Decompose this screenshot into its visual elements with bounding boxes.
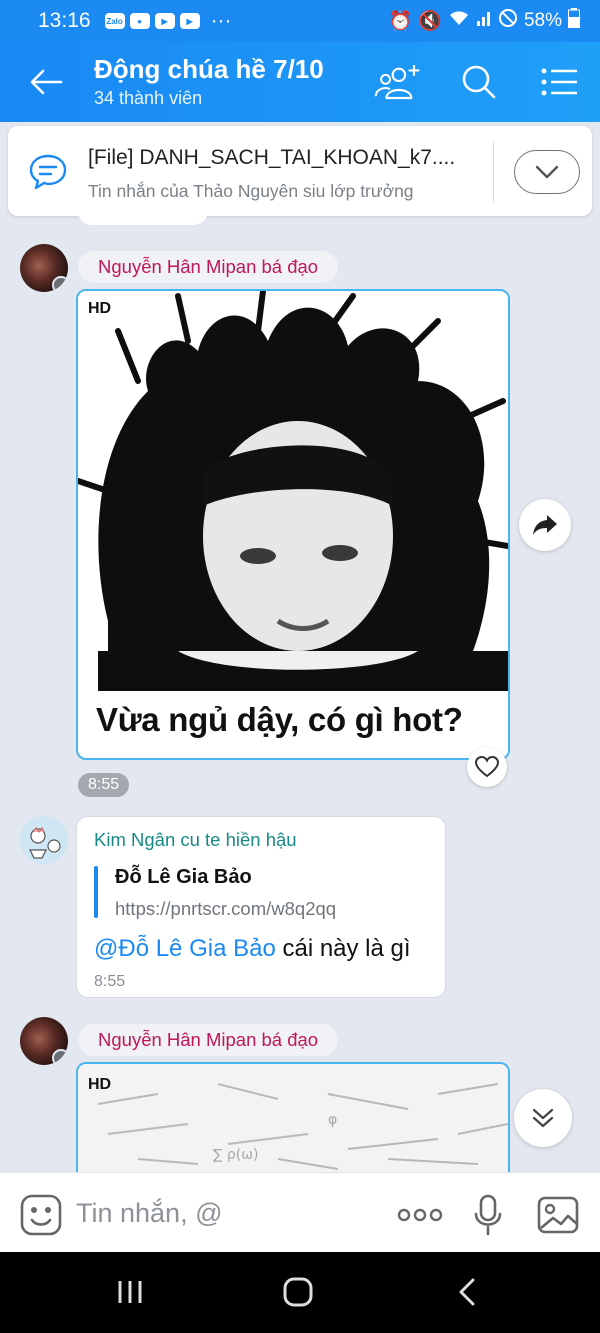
emoji-icon bbox=[20, 1194, 62, 1236]
avatar[interactable] bbox=[20, 244, 68, 292]
chevron-down-icon bbox=[535, 165, 559, 179]
system-back-button[interactable] bbox=[442, 1272, 492, 1312]
more-notifications: ··· bbox=[210, 9, 232, 32]
blurred-image: ∑ ρ(ω) φ bbox=[78, 1064, 508, 1172]
search-icon bbox=[462, 65, 496, 99]
mention[interactable]: @Đỗ Lê Gia Bảo bbox=[94, 935, 276, 962]
avatar[interactable] bbox=[20, 1017, 68, 1065]
signal-icon bbox=[476, 10, 492, 32]
text-message[interactable]: Kim Ngân cu te hiền hậu Đỗ Lê Gia Bảo ht… bbox=[76, 816, 446, 998]
add-people-icon bbox=[374, 65, 420, 100]
microphone-icon bbox=[474, 1194, 502, 1236]
game-controller-icon: ● bbox=[129, 13, 150, 29]
chevron-left-icon bbox=[459, 1278, 475, 1306]
double-chevron-down-icon bbox=[532, 1108, 554, 1128]
pinned-message[interactable]: [File] DANH_SACH_TAI_KHOAN_k7.... Tin nh… bbox=[8, 126, 592, 216]
chat-bubble-icon bbox=[29, 154, 67, 190]
wifi-icon bbox=[448, 9, 470, 33]
scroll-to-bottom-button[interactable] bbox=[514, 1089, 572, 1147]
image-message[interactable]: HD Vừa ngủ dậy, có gì hot? bbox=[76, 289, 510, 760]
home-button[interactable] bbox=[273, 1272, 323, 1312]
avatar[interactable] bbox=[20, 816, 68, 864]
quoted-name: Đỗ Lê Gia Bảo bbox=[115, 866, 252, 888]
mute-icon: 🔇 bbox=[418, 11, 442, 32]
forward-button[interactable] bbox=[519, 499, 571, 551]
sender-name[interactable]: Nguyễn Hân Mipan bá đạo bbox=[78, 1024, 339, 1056]
youtube-icon-2: ▶ bbox=[179, 13, 200, 29]
sender-name[interactable]: Nguyễn Hân Mipan bá đạo bbox=[78, 251, 339, 283]
battery-icon bbox=[568, 8, 580, 34]
message-body: cái này là gì bbox=[275, 935, 411, 962]
sender-name[interactable]: Kim Ngân cu te hiền hậu bbox=[94, 829, 297, 851]
status-bar: 13:16 Zalo ● ▶ ▶ ··· ⏰ 🔇 58% bbox=[0, 0, 600, 42]
hd-badge: HD bbox=[88, 1076, 112, 1093]
pinned-title: [File] DANH_SACH_TAI_KHOAN_k7.... bbox=[88, 146, 456, 169]
voice-button[interactable] bbox=[466, 1193, 510, 1237]
member-count: 34 thành viên bbox=[94, 88, 203, 108]
group-title: Động chúa hề 7/10 bbox=[94, 54, 324, 84]
status-badge bbox=[52, 1049, 68, 1065]
more-options-button[interactable] bbox=[395, 1193, 445, 1237]
share-arrow-icon bbox=[533, 515, 557, 535]
battery-percent: 58% bbox=[523, 10, 562, 31]
recent-apps-icon bbox=[118, 1281, 142, 1303]
quoted-link[interactable]: https://pnrtscr.com/w8q2qq bbox=[115, 898, 336, 920]
message-input-bar bbox=[0, 1172, 600, 1252]
menu-button[interactable] bbox=[536, 60, 584, 104]
divider bbox=[493, 142, 494, 202]
message-time: 8:55 bbox=[94, 973, 126, 990]
image-picker-button[interactable] bbox=[536, 1193, 580, 1237]
hd-badge: HD bbox=[88, 300, 112, 317]
zalo-icon: Zalo bbox=[104, 13, 125, 29]
svg-text:∑ ρ(ω): ∑ ρ(ω) bbox=[213, 1147, 258, 1163]
react-button[interactable] bbox=[467, 747, 507, 787]
back-button[interactable] bbox=[24, 60, 68, 104]
image-icon bbox=[537, 1196, 579, 1234]
heart-icon bbox=[475, 756, 499, 778]
home-icon bbox=[283, 1277, 313, 1307]
search-button[interactable] bbox=[455, 60, 503, 104]
previous-message-bubble bbox=[78, 209, 208, 225]
image-caption: Vừa ngủ dậy, có gì hot? bbox=[96, 701, 463, 738]
avatar-illustration bbox=[20, 816, 68, 864]
chat-header: Động chúa hề 7/10 34 thành viên bbox=[0, 42, 600, 122]
alarm-icon: ⏰ bbox=[388, 11, 413, 32]
more-dots-icon bbox=[397, 1208, 443, 1222]
pinned-subtitle: Tin nhắn của Thảo Nguyên siu lớp trưởng bbox=[88, 181, 414, 201]
youtube-icon: ▶ bbox=[154, 13, 175, 29]
image-message[interactable]: HD ∑ ρ(ω) φ bbox=[76, 1062, 510, 1172]
recent-apps-button[interactable] bbox=[105, 1272, 155, 1312]
sticker-button[interactable] bbox=[19, 1193, 63, 1237]
meme-image bbox=[78, 291, 508, 691]
status-badge bbox=[52, 276, 68, 292]
do-not-disturb-icon bbox=[498, 8, 518, 34]
group-info[interactable]: Động chúa hề 7/10 34 thành viên bbox=[94, 54, 324, 109]
quote-bar bbox=[94, 866, 98, 918]
status-time: 13:16 bbox=[38, 9, 91, 32]
list-menu-icon bbox=[541, 68, 577, 96]
svg-text:φ: φ bbox=[328, 1112, 337, 1128]
message-text: @Đỗ Lê Gia Bảo cái này là gì bbox=[94, 935, 411, 963]
android-nav-bar bbox=[0, 1252, 600, 1333]
expand-pinned-button[interactable] bbox=[514, 150, 580, 194]
arrow-left-icon bbox=[30, 69, 63, 95]
message-input[interactable] bbox=[76, 1191, 376, 1235]
message-time: 8:55 bbox=[78, 773, 130, 797]
add-member-button[interactable] bbox=[374, 60, 422, 104]
